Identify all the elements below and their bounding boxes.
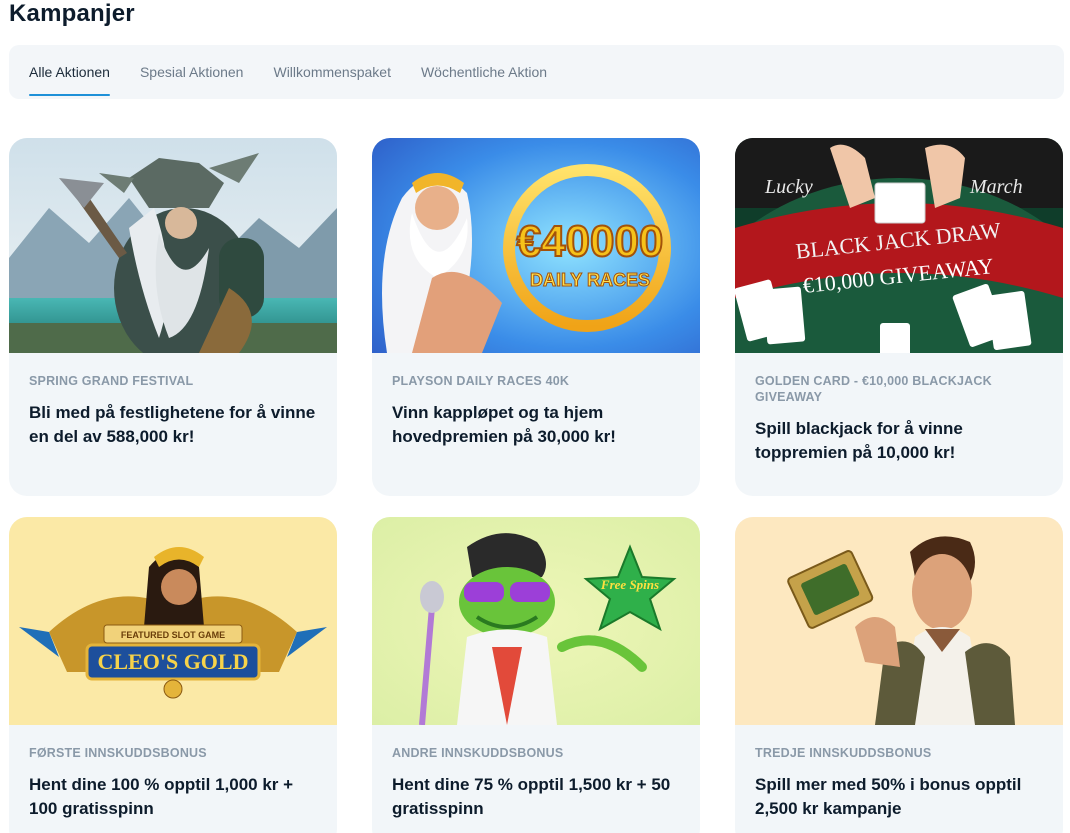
promo-description: Spill mer med 50% i bonus opptil 2,500 k… xyxy=(755,775,1022,818)
march-text: March xyxy=(969,176,1023,198)
promo-card[interactable]: TREDJE INNSKUDDSBONUS Spill mer med 50% … xyxy=(735,517,1063,833)
cleos-gold-logo-text: CLEO'S GOLD xyxy=(98,649,249,674)
tab-woechentliche-aktion[interactable]: Wöchentliche Aktion xyxy=(421,45,547,99)
promo-description: Bli med på festlighetene for å vinne en … xyxy=(29,403,316,446)
promo-card[interactable]: Free Spins ANDRE INNSKUDDSBONUS Hent din… xyxy=(372,517,700,833)
race-amount-text: €40000 xyxy=(517,217,664,266)
viking-warrior-image xyxy=(9,138,337,353)
cleos-gold-image: FEATURED SLOT GAME CLEO'S GOLD xyxy=(9,517,337,725)
zeus-daily-races-image: €40000 DAILY RACES xyxy=(372,138,700,353)
promo-description: Vinn kappløpet og ta hjem hovedpremien p… xyxy=(392,403,616,446)
promo-card[interactable]: Lucky March BLACK JACK DRAW €10,000 GIVE… xyxy=(735,138,1063,496)
adventurer-image xyxy=(735,517,1063,725)
race-sub-text: DAILY RACES xyxy=(530,270,650,290)
lucky-text: Lucky xyxy=(764,176,813,198)
promo-category: TREDJE INNSKUDDSBONUS xyxy=(755,746,932,760)
promo-category: ANDRE INNSKUDDSBONUS xyxy=(392,746,564,760)
promo-description: Hent dine 75 % opptil 1,500 kr + 50 grat… xyxy=(392,775,671,818)
promo-card[interactable]: €40000 DAILY RACES PLAYSON DAILY RACES 4… xyxy=(372,138,700,496)
tab-alle-aktionen[interactable]: Alle Aktionen xyxy=(29,45,110,99)
promo-card[interactable]: FEATURED SLOT GAME CLEO'S GOLD FØRSTE IN… xyxy=(9,517,337,833)
free-spins-badge-text: Free Spins xyxy=(600,577,659,592)
promo-category: GOLDEN CARD - €10,000 BLACKJACK GIVEAWAY xyxy=(755,374,992,404)
promo-category: SPRING GRAND FESTIVAL xyxy=(29,374,194,388)
featured-slot-text: FEATURED SLOT GAME xyxy=(121,630,225,640)
tab-spesial-aktionen[interactable]: Spesial Aktionen xyxy=(140,45,244,99)
promo-card[interactable]: SPRING GRAND FESTIVAL Bli med på festlig… xyxy=(9,138,337,496)
frog-singer-image: Free Spins xyxy=(372,517,700,725)
promo-category: FØRSTE INNSKUDDSBONUS xyxy=(29,746,207,760)
blackjack-table-image: Lucky March BLACK JACK DRAW €10,000 GIVE… xyxy=(735,138,1063,353)
tab-willkommenspaket[interactable]: Willkommenspaket xyxy=(273,45,390,99)
promo-description: Spill blackjack for å vinne toppremien p… xyxy=(755,419,963,462)
promo-tabs: Alle Aktionen Spesial Aktionen Willkomme… xyxy=(9,45,1064,99)
promo-description: Hent dine 100 % opptil 1,000 kr + 100 gr… xyxy=(29,775,294,818)
page-title: Kampanjer xyxy=(9,0,135,27)
promo-category: PLAYSON DAILY RACES 40K xyxy=(392,374,570,388)
